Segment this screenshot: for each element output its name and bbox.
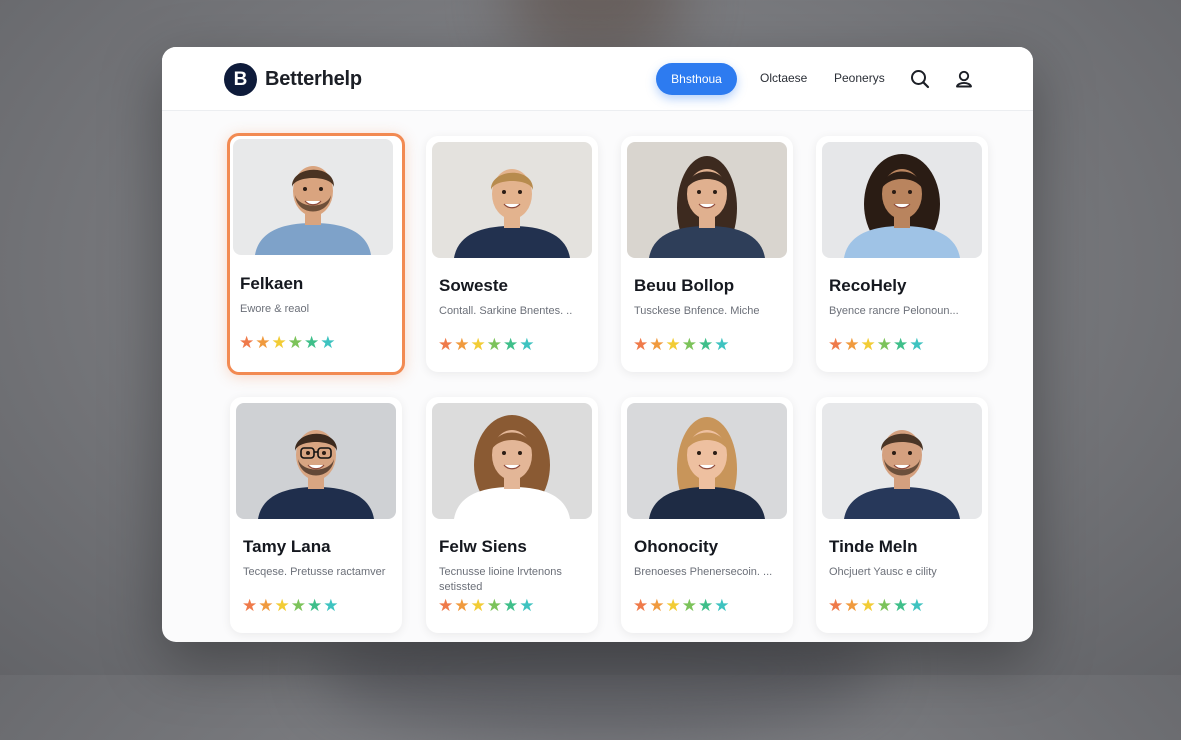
therapist-name: Soweste bbox=[439, 276, 508, 295]
therapist-name: Tamy Lana bbox=[243, 537, 331, 556]
therapist-specialty: Contall. Sarkine Bnentes. .. bbox=[439, 305, 573, 317]
star-icon: ★ bbox=[876, 335, 892, 354]
user-icon[interactable] bbox=[953, 68, 975, 90]
star-icon: ★ bbox=[486, 335, 502, 354]
therapist-card[interactable]: Tinde Meln Ohcjuert Yausc e cility ★ ★ ★ ★ ★ ★ bbox=[816, 397, 988, 633]
star-icon: ★ bbox=[698, 335, 714, 354]
star-icon: ★ bbox=[860, 596, 876, 615]
therapist-photo bbox=[627, 142, 787, 258]
brand-name: Betterhelp bbox=[265, 68, 362, 90]
nav-link-1[interactable]: Olctaese bbox=[760, 71, 807, 85]
star-icon: ★ bbox=[714, 335, 730, 354]
star-icon: ★ bbox=[503, 596, 519, 615]
star-icon: ★ bbox=[681, 596, 697, 615]
star-icon: ★ bbox=[271, 333, 287, 352]
star-icon: ★ bbox=[470, 335, 486, 354]
therapist-card[interactable]: Ohonocity Brenoeses Phenersecoin. ... ★ ★ ★ ★… bbox=[621, 397, 793, 633]
star-icon: ★ bbox=[519, 335, 535, 354]
search-icon[interactable] bbox=[909, 68, 931, 90]
rating-stars: ★ ★ ★ ★ ★ ★ bbox=[239, 334, 337, 351]
star-icon: ★ bbox=[893, 596, 909, 615]
therapist-card[interactable]: Tamy Lana Tecqese. Pretusse ractamver ★ ★ ★ ★… bbox=[230, 397, 402, 633]
star-icon: ★ bbox=[304, 333, 320, 352]
star-icon: ★ bbox=[633, 335, 649, 354]
rating-stars: ★ ★ ★ ★ ★ ★ bbox=[828, 336, 926, 353]
top-navigation-bar: B Betterhelp Bhsthoua Olctaese Peonerys bbox=[162, 47, 1033, 111]
therapist-specialty: Brenoeses Phenersecoin. ... bbox=[634, 566, 773, 578]
star-icon: ★ bbox=[698, 596, 714, 615]
therapist-photo bbox=[432, 142, 592, 258]
star-icon: ★ bbox=[323, 596, 339, 615]
therapist-photo bbox=[432, 403, 592, 519]
star-icon: ★ bbox=[714, 596, 730, 615]
therapist-specialty: Ewore & reaol bbox=[240, 303, 310, 315]
rating-stars: ★ ★ ★ ★ ★ ★ bbox=[438, 336, 536, 353]
nav-active-button[interactable]: Bhsthoua bbox=[656, 63, 737, 95]
therapist-name: RecoHely bbox=[829, 276, 907, 295]
therapist-card[interactable]: Soweste Contall. Sarkine Bnentes. .. ★ ★ ★ ★ ★… bbox=[426, 136, 598, 372]
star-icon: ★ bbox=[255, 333, 271, 352]
therapist-name: Beuu Bollop bbox=[634, 276, 735, 295]
therapist-name: Felkaen bbox=[240, 274, 304, 293]
therapist-specialty: Tecnusse lioine lrvtenons setissted bbox=[439, 566, 562, 593]
therapist-photo bbox=[822, 142, 982, 258]
brand-logo-icon: B bbox=[224, 63, 257, 96]
rating-stars: ★ ★ ★ ★ ★ ★ bbox=[633, 336, 731, 353]
therapist-photo bbox=[627, 403, 787, 519]
star-icon: ★ bbox=[454, 596, 470, 615]
therapist-card[interactable]: Beuu Bollop Tusckese Bnfence. Miche ★ ★ ★ ★ ★ ★ bbox=[621, 136, 793, 372]
therapist-photo bbox=[233, 139, 393, 255]
star-icon: ★ bbox=[438, 596, 454, 615]
star-icon: ★ bbox=[665, 596, 681, 615]
therapist-name: Tinde Meln bbox=[829, 537, 918, 556]
star-icon: ★ bbox=[274, 596, 290, 615]
star-icon: ★ bbox=[258, 596, 274, 615]
rating-stars: ★ ★ ★ ★ ★ ★ bbox=[633, 597, 731, 614]
therapist-photo bbox=[236, 403, 396, 519]
therapist-card[interactable]: Felw Siens Tecnusse lioine lrvtenons seti… bbox=[426, 397, 598, 633]
therapist-card[interactable]: RecoHely Byence rancre Pelonoun... ★ ★ ★ ★ ★ ★ bbox=[816, 136, 988, 372]
star-icon: ★ bbox=[844, 335, 860, 354]
therapist-specialty: Tecqese. Pretusse ractamver bbox=[243, 566, 386, 578]
therapist-name: Felw Siens bbox=[439, 537, 527, 556]
star-icon: ★ bbox=[860, 335, 876, 354]
star-icon: ★ bbox=[470, 596, 486, 615]
star-icon: ★ bbox=[909, 335, 925, 354]
nav-link-2[interactable]: Peonerys bbox=[834, 71, 885, 85]
therapist-name: Ohonocity bbox=[634, 537, 719, 556]
star-icon: ★ bbox=[438, 335, 454, 354]
star-icon: ★ bbox=[828, 596, 844, 615]
star-icon: ★ bbox=[909, 596, 925, 615]
star-icon: ★ bbox=[828, 335, 844, 354]
star-icon: ★ bbox=[893, 335, 909, 354]
star-icon: ★ bbox=[242, 596, 258, 615]
brand-logo[interactable]: B Betterhelp bbox=[224, 63, 362, 96]
star-icon: ★ bbox=[307, 596, 323, 615]
star-icon: ★ bbox=[454, 335, 470, 354]
rating-stars: ★ ★ ★ ★ ★ ★ bbox=[242, 597, 340, 614]
app-window: B Betterhelp Bhsthoua Olctaese Peonerys … bbox=[162, 47, 1033, 642]
therapist-photo bbox=[822, 403, 982, 519]
star-icon: ★ bbox=[239, 333, 255, 352]
star-icon: ★ bbox=[519, 596, 535, 615]
therapist-card[interactable]: Felkaen Ewore & reaol ★ ★ ★ ★ ★ ★ bbox=[227, 133, 405, 375]
therapist-specialty: Tusckese Bnfence. Miche bbox=[634, 305, 760, 317]
star-icon: ★ bbox=[486, 596, 502, 615]
therapist-specialty: Byence rancre Pelonoun... bbox=[829, 305, 959, 317]
star-icon: ★ bbox=[503, 335, 519, 354]
star-icon: ★ bbox=[876, 596, 892, 615]
star-icon: ★ bbox=[320, 333, 336, 352]
rating-stars: ★ ★ ★ ★ ★ ★ bbox=[828, 597, 926, 614]
star-icon: ★ bbox=[649, 335, 665, 354]
star-icon: ★ bbox=[633, 596, 649, 615]
star-icon: ★ bbox=[649, 596, 665, 615]
rating-stars: ★ ★ ★ ★ ★ ★ bbox=[438, 597, 536, 614]
star-icon: ★ bbox=[681, 335, 697, 354]
star-icon: ★ bbox=[287, 333, 303, 352]
therapist-specialty: Ohcjuert Yausc e cility bbox=[829, 566, 937, 578]
star-icon: ★ bbox=[844, 596, 860, 615]
star-icon: ★ bbox=[665, 335, 681, 354]
star-icon: ★ bbox=[290, 596, 306, 615]
